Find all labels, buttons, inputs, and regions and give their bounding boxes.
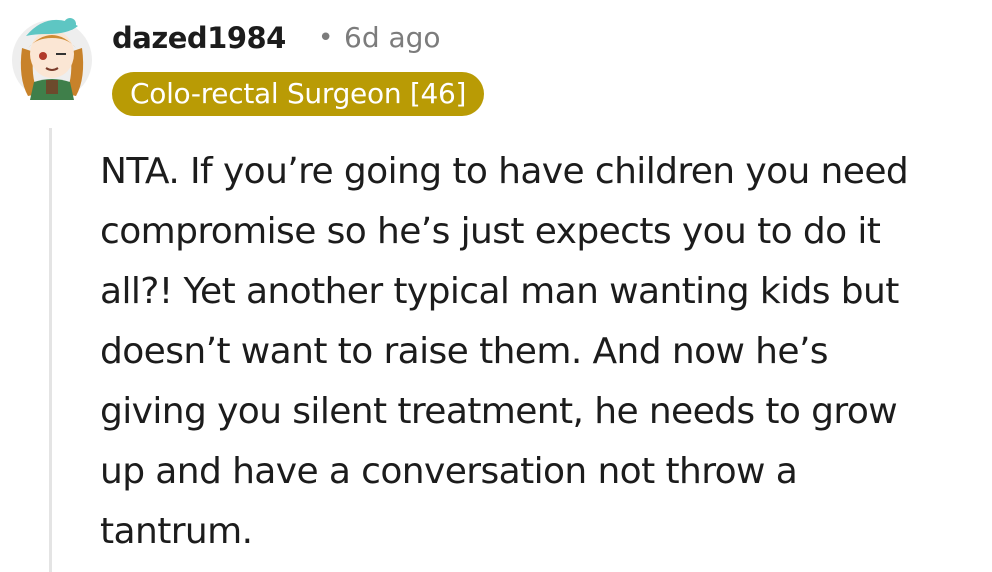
comment-text-line: NTA. If you’re going to have children yo… — [100, 151, 909, 192]
comment-text-line: giving you silent treatment, he needs to… — [100, 391, 898, 432]
meta-separator: • — [318, 23, 334, 53]
comment-text-line: compromise so he’s just expects you to d… — [100, 211, 881, 252]
user-flair-badge: Colo-rectal Surgeon [46] — [112, 72, 485, 116]
thread-collapse-line[interactable] — [49, 128, 52, 572]
comment-text-line: all?! Yet another typical man wanting ki… — [100, 271, 899, 312]
comment-text-line: up and have a conversation not throw a — [100, 451, 798, 492]
comment-timestamp[interactable]: 6d ago — [344, 18, 441, 58]
user-avatar-icon[interactable] — [8, 8, 96, 104]
comment-text-line: tantrum. — [100, 511, 253, 552]
comment-body: NTA. If you’re going to have children yo… — [100, 142, 980, 562]
username-link[interactable]: dazed1984 — [112, 18, 286, 58]
comment-text-line: doesn’t want to raise them. And now he’s — [100, 331, 829, 372]
